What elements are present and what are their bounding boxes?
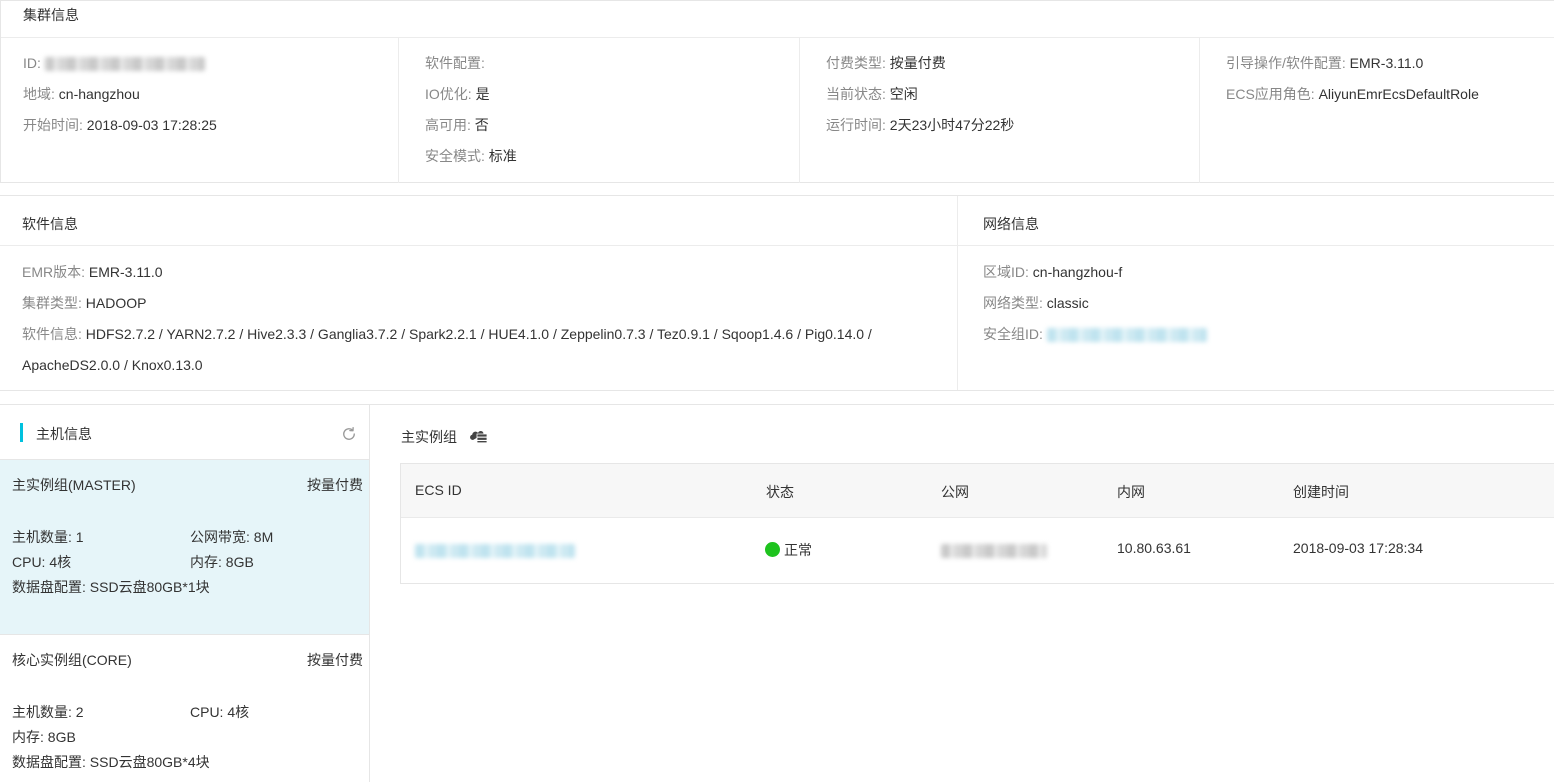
refresh-icon[interactable] [340, 425, 358, 443]
software-list-row: 软件信息: HDFS2.7.2 / YARN2.7.2 / Hive2.3.3 … [22, 326, 872, 342]
ecs-id-link[interactable] [415, 542, 575, 559]
column-header-private-ip[interactable]: 内网 [1117, 482, 1145, 502]
software-list-row-2: ApacheDS2.0.0 / Knox0.13.0 [22, 357, 203, 373]
disk-config: 数据盘配置: SSD云盘80GB*4块 [12, 754, 210, 770]
group-pay-type: 按量付费 [307, 652, 363, 668]
network-info-title: 网络信息 [983, 216, 1039, 232]
public-ip-redacted [941, 544, 1047, 559]
high-availability-row: 高可用: 否 [425, 117, 489, 133]
runtime-row: 运行时间: 2天23小时47分22秒 [826, 117, 1015, 133]
bootstrap-row: 引导操作/软件配置: EMR-3.11.0 [1226, 55, 1424, 71]
io-optimize-row: IO优化: 是 [425, 86, 490, 102]
software-network-panel: 软件信息 EMR版本: EMR-3.11.0 集群类型: HADOOP 软件信息… [0, 195, 1554, 391]
host-count: 主机数量: 1 [12, 529, 84, 545]
cpu: CPU: 4核 [12, 554, 72, 570]
software-config-row: 软件配置: [425, 55, 485, 71]
cluster-id-row: ID: [23, 54, 205, 72]
instance-group-title: 主实例组 [401, 429, 457, 445]
column-header-status[interactable]: 状态 [766, 482, 794, 502]
status-text: 正常 [784, 542, 812, 558]
bandwidth: 公网带宽: 8M [190, 529, 274, 545]
pay-type-row: 付费类型: 按量付费 [826, 55, 946, 71]
divider [957, 196, 958, 390]
ecs-role-row: ECS应用角色: AliyunEmrEcsDefaultRole [1226, 86, 1479, 102]
public-ip [941, 542, 1047, 559]
column-header-ecs-id[interactable]: ECS ID [415, 482, 462, 498]
cloud-server-icon[interactable] [468, 426, 488, 443]
host-group-master[interactable]: 主实例组(MASTER) 按量付费 主机数量: 1 公网带宽: 8M CPU: … [0, 459, 369, 634]
zone-id-row: 区域ID: cn-hangzhou-f [983, 264, 1123, 280]
cluster-col-basic: ID: 地域: cn-hangzhou 开始时间: 2018-09-03 17:… [1, 38, 398, 183]
security-group-row: 安全组ID: [983, 325, 1207, 343]
cluster-id-redacted [44, 57, 205, 72]
created-time: 2018-09-03 17:28:34 [1293, 540, 1423, 556]
instance-panel: 主实例组 ECS ID 状态 公网 内网 创建时间 正常 10.80.63.61… [370, 405, 1554, 782]
ecs-id-redacted[interactable] [415, 544, 575, 559]
group-name: 主实例组(MASTER) [12, 477, 136, 493]
cluster-col-status: 付费类型: 按量付费 当前状态: 空闲 运行时间: 2天23小时47分22秒 [799, 38, 1199, 183]
emr-version-row: EMR版本: EMR-3.11.0 [22, 264, 163, 280]
status-ok-icon [765, 542, 780, 557]
cluster-info-panel: 集群信息 ID: 地域: cn-hangzhou 开始时间: 2018-09-0… [0, 0, 1554, 183]
memory: 内存: 8GB [12, 729, 76, 745]
security-mode-row: 安全模式: 标准 [425, 148, 517, 164]
group-pay-type: 按量付费 [307, 477, 363, 493]
software-info-title: 软件信息 [22, 216, 78, 232]
host-info-title: 主机信息 [36, 426, 92, 442]
column-header-created[interactable]: 创建时间 [1293, 482, 1349, 502]
cpu: CPU: 4核 [190, 704, 250, 720]
instance-table: ECS ID 状态 公网 内网 创建时间 正常 10.80.63.61 2018… [400, 463, 1554, 584]
cluster-info-title: 集群信息 [23, 7, 79, 23]
network-type-row: 网络类型: classic [983, 295, 1089, 311]
group-name: 核心实例组(CORE) [12, 652, 132, 668]
memory: 内存: 8GB [190, 554, 254, 570]
hosts-panel: 主机信息 主实例组(MASTER) 按量付费 主机数量: 1 公网带宽: 8M … [0, 404, 1554, 782]
host-group-core[interactable]: 核心实例组(CORE) 按量付费 主机数量: 2 CPU: 4核 内存: 8GB… [0, 634, 369, 782]
security-group-link[interactable] [1046, 328, 1207, 343]
private-ip: 10.80.63.61 [1117, 540, 1191, 556]
current-status-row: 当前状态: 空闲 [826, 86, 918, 102]
column-header-public-ip[interactable]: 公网 [941, 482, 969, 502]
cluster-col-guide: 引导操作/软件配置: EMR-3.11.0 ECS应用角色: AliyunEmr… [1199, 38, 1554, 183]
host-count: 主机数量: 2 [12, 704, 84, 720]
cluster-type-row: 集群类型: HADOOP [22, 295, 147, 311]
table-header [401, 464, 1554, 518]
cluster-col-config: 软件配置: IO优化: 是 高可用: 否 安全模式: 标准 [398, 38, 799, 183]
region-row: 地域: cn-hangzhou [23, 86, 140, 102]
instance-status: 正常 [765, 540, 812, 560]
disk-config: 数据盘配置: SSD云盘80GB*1块 [12, 579, 210, 595]
title-accent-bar [20, 423, 23, 442]
host-group-sidebar: 主机信息 主实例组(MASTER) 按量付费 主机数量: 1 公网带宽: 8M … [0, 405, 370, 782]
divider [0, 245, 1554, 246]
start-time-row: 开始时间: 2018-09-03 17:28:25 [23, 117, 217, 133]
